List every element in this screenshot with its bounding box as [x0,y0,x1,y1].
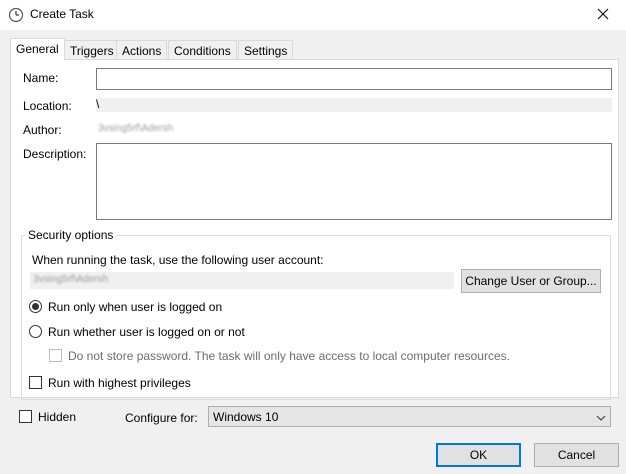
no-store-password-checkbox[interactable] [49,349,62,362]
security-options-title: Security options [25,228,117,242]
title-bar: Create Task [0,0,626,30]
location-value: \ [96,97,100,111]
author-label: Author: [23,123,62,137]
highest-privileges-label[interactable]: Run with highest privileges [48,376,191,390]
highest-privileges-checkbox[interactable] [29,376,42,389]
account-prompt: When running the task, use the following… [32,253,324,267]
configure-for-select[interactable]: Windows 10 [208,406,611,427]
close-icon [597,8,609,23]
user-account-value: 3vsing5rf\Adersh [33,274,109,285]
location-field: \ [96,97,612,112]
location-label: Location: [23,99,72,113]
general-panel: Name: Location: \ Author: 3vsing5rf\Ader… [10,59,619,400]
name-label: Name: [23,71,59,85]
run-whether-radio[interactable] [29,325,42,338]
tab-settings[interactable]: Settings [238,40,294,60]
run-whether-label[interactable]: Run whether user is logged on or not [48,325,245,339]
configure-for-value: Windows 10 [213,410,279,424]
hidden-checkbox[interactable] [19,410,32,423]
cancel-button[interactable]: Cancel [534,443,619,467]
author-value: 3vsing5rf\Adersh [98,123,174,134]
hidden-label[interactable]: Hidden [38,410,76,424]
chevron-down-icon [596,412,606,422]
no-store-password-label[interactable]: Do not store password. The task will onl… [68,349,510,363]
configure-for-label: Configure for: [125,411,198,425]
tab-actions[interactable]: Actions [116,40,168,60]
description-textarea[interactable] [96,143,612,220]
clock-icon [8,7,24,23]
tab-general[interactable]: General [10,38,65,60]
run-logged-on-label[interactable]: Run only when user is logged on [48,300,222,314]
tab-conditions[interactable]: Conditions [168,40,237,60]
name-input[interactable] [96,68,612,90]
run-logged-on-radio[interactable] [29,300,42,313]
close-button[interactable] [580,0,626,30]
tab-triggers[interactable]: Triggers [64,40,120,60]
window-title: Create Task [30,7,94,21]
change-user-button[interactable]: Change User or Group... [461,269,601,293]
user-account-field: 3vsing5rf\Adersh [30,272,454,289]
ok-button[interactable]: OK [436,443,521,467]
description-label: Description: [23,147,87,161]
